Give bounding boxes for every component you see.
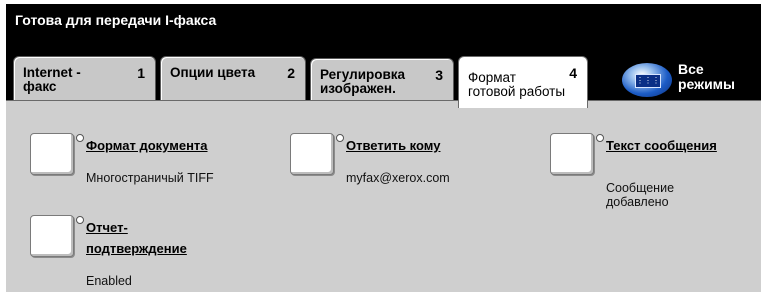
tab-label-line1: Формат — [468, 70, 516, 85]
all-services-icon: ⋮⋮⋮ — [622, 63, 672, 97]
tab-label-line2: изображен. — [320, 81, 396, 96]
message-text-button[interactable] — [550, 133, 594, 175]
tab-label-line1: Internet - — [23, 65, 81, 80]
all-services-label-line1: Все — [678, 61, 704, 77]
tab-number: 1 — [137, 65, 145, 81]
status-bar: Готова для передачи I-факса — [6, 4, 761, 50]
indicator-dot-icon — [76, 216, 84, 224]
tab-label-line1: Опции цвета — [170, 65, 256, 80]
tab-number: 2 — [287, 65, 295, 81]
tab-number: 3 — [435, 67, 443, 83]
document-format-value: Многостраничый TIFF — [86, 171, 214, 185]
indicator-dot-icon — [596, 134, 604, 142]
confirmation-report-title-line2: подтверждение — [86, 241, 187, 256]
tab-internet-fax[interactable]: Internet - факс 1 — [13, 56, 156, 100]
confirmation-report-button[interactable] — [30, 215, 74, 257]
status-message: Готова для передачи I-факса — [15, 12, 217, 28]
indicator-dot-icon — [336, 134, 344, 142]
feature-panel: Формат документа Многостраничый TIFF Отв… — [6, 100, 761, 292]
document-format-button[interactable] — [30, 133, 74, 175]
reply-to-value: myfax@xerox.com — [346, 171, 450, 185]
message-text-value-line2: добавлено — [606, 195, 669, 209]
message-text-value-line1: Сообщение — [606, 181, 675, 195]
confirmation-report-title-line1: Отчет- — [86, 220, 128, 235]
tab-image-adjustment[interactable]: Регулировка изображен. 3 — [310, 58, 454, 100]
fax-screen: Готова для передачи I-факса Internet - ф… — [6, 4, 761, 292]
message-text-title[interactable]: Текст сообщения — [606, 135, 717, 156]
document-format-title[interactable]: Формат документа — [86, 135, 208, 156]
tab-job-output-format[interactable]: Формат готовой работы 4 — [458, 56, 588, 108]
all-services-button[interactable]: ⋮⋮⋮ Все режимы — [614, 56, 754, 100]
tab-number: 4 — [569, 65, 577, 81]
tab-label-line2: факс — [23, 79, 57, 94]
tab-color-options[interactable]: Опции цвета 2 — [160, 56, 306, 100]
tab-label-line1: Регулировка — [320, 67, 406, 82]
all-services-label-line2: режимы — [678, 76, 735, 92]
reply-to-title[interactable]: Ответить кому — [346, 135, 440, 156]
indicator-dot-icon — [76, 134, 84, 142]
confirmation-report-value: Enabled — [86, 274, 132, 288]
reply-to-button[interactable] — [290, 133, 334, 175]
tab-label-line2: готовой работы — [468, 84, 566, 99]
